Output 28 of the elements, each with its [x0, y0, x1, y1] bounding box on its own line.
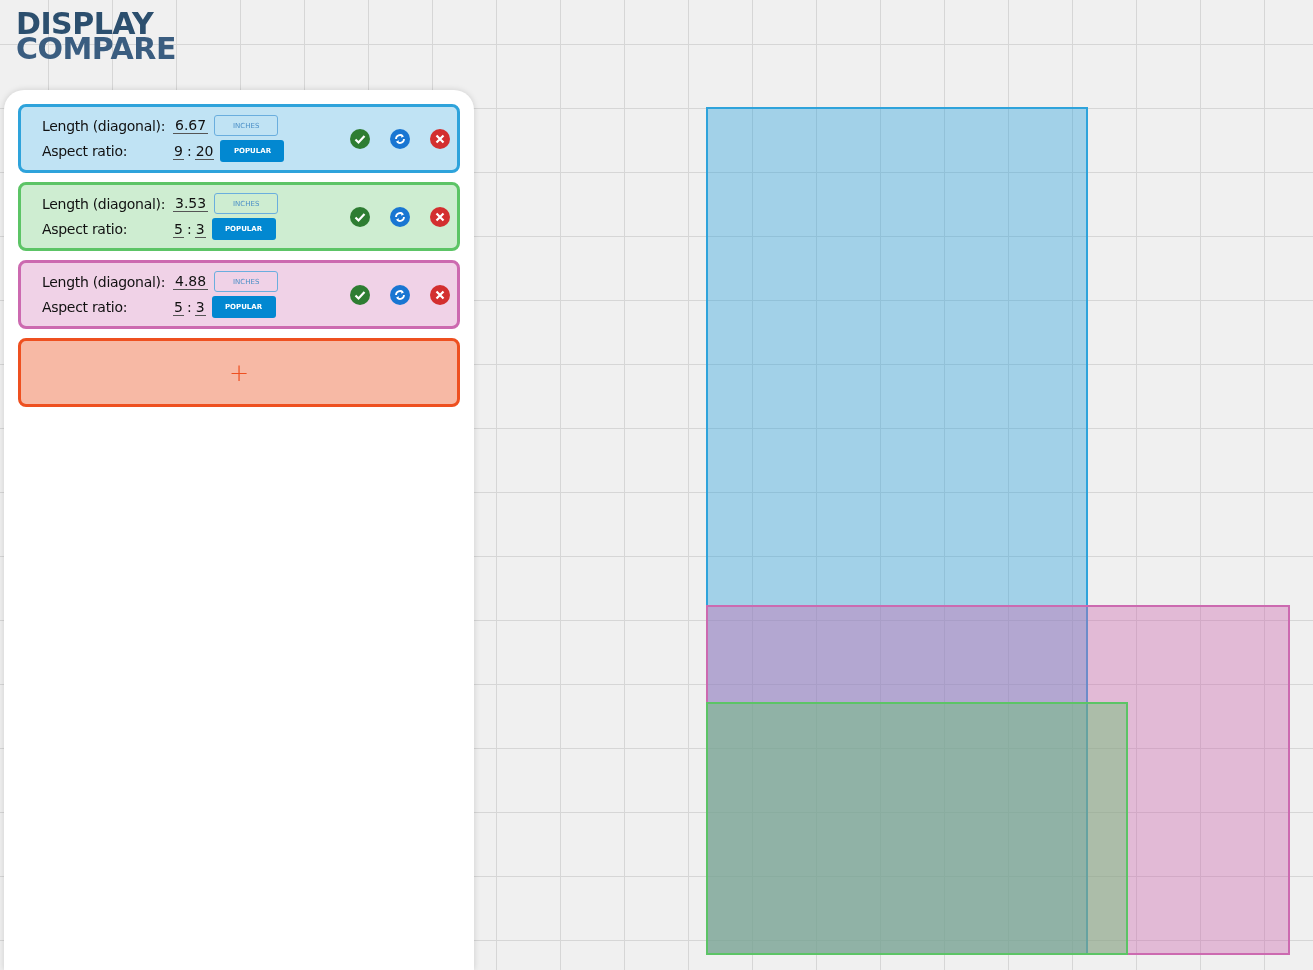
ratio-separator: : [186, 220, 192, 238]
length-field[interactable]: 4.88 [173, 273, 209, 290]
aspect-label: Aspect ratio: [42, 299, 129, 315]
length-field[interactable]: 6.67 [173, 117, 209, 134]
length-label: Length (diagonal): [42, 117, 167, 134]
ratio-separator: : [186, 298, 192, 316]
close-icon[interactable] [430, 206, 450, 227]
check-icon[interactable] [350, 206, 370, 227]
check-icon[interactable] [350, 128, 370, 149]
close-icon[interactable] [430, 128, 450, 149]
ratio-height-field[interactable]: 20 [194, 142, 215, 160]
ratio-width-field[interactable]: 5 [173, 220, 184, 238]
aspect-label: Aspect ratio: [42, 143, 129, 159]
ratio-width-field[interactable]: 9 [173, 142, 184, 160]
logo-text: COMPARE [16, 34, 176, 63]
close-icon[interactable] [430, 284, 450, 305]
length-label: Length (diagonal): [42, 273, 167, 290]
ratio-height-field[interactable]: 3 [194, 298, 206, 316]
ratio-separator: : [186, 142, 192, 160]
aspect-label: Aspect ratio: [42, 221, 129, 237]
length-label: Length (diagonal): [42, 195, 167, 212]
check-icon[interactable] [350, 284, 370, 305]
ratio-height-field[interactable]: 3 [194, 220, 206, 238]
rotate-icon[interactable] [390, 284, 410, 305]
rotate-icon[interactable] [390, 128, 410, 149]
ratio-width-field[interactable]: 5 [173, 298, 184, 316]
rotate-icon[interactable] [390, 206, 410, 227]
length-field[interactable]: 3.53 [173, 195, 209, 212]
